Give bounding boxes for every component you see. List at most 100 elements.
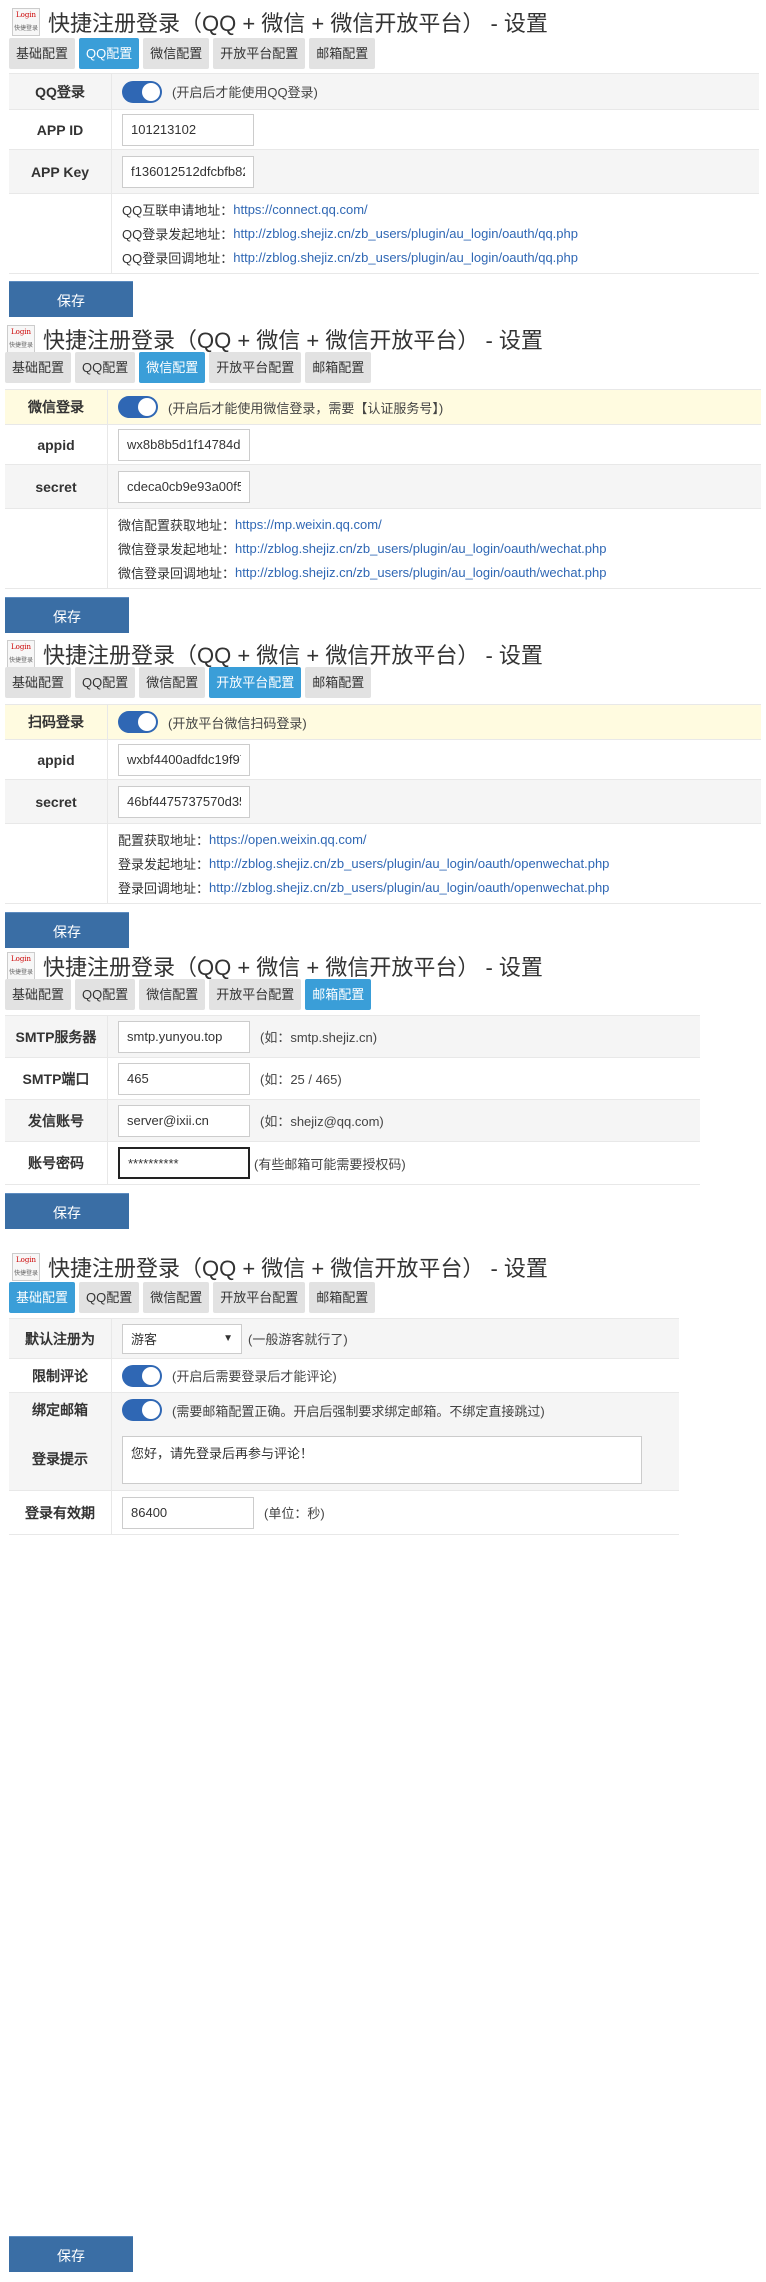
tab-bar: 基础配置 QQ配置 微信配置 开放平台配置 邮箱配置 bbox=[5, 979, 372, 1010]
open-secret-label: secret bbox=[5, 780, 108, 823]
open-settings-table: 扫码登录 (开放平台微信扫码登录) appid secret 配置获取地址：ht… bbox=[5, 704, 761, 904]
basic-default-hint: (一般游客就行了) bbox=[248, 1332, 348, 1347]
tab-mail[interactable]: 邮箱配置 bbox=[305, 667, 372, 698]
mail-password-label: 账号密码 bbox=[5, 1142, 108, 1184]
wechat-callback-url-link[interactable]: http://zblog.shejiz.cn/zb_users/plugin/a… bbox=[235, 565, 606, 580]
mail-password-input[interactable] bbox=[118, 1147, 250, 1179]
qq-appid-input[interactable] bbox=[122, 113, 254, 146]
tab-qq[interactable]: QQ配置 bbox=[75, 979, 136, 1010]
wechat-secret-row: secret bbox=[5, 465, 761, 509]
plugin-logo-icon: Login 快捷登录 bbox=[7, 325, 35, 353]
open-start-url-label: 登录发起地址： bbox=[118, 857, 210, 872]
basic-settings-table: 默认注册为 游客 ▼ (一般游客就行了) 限制评论 (开启后需要登录后才能评论) … bbox=[9, 1318, 679, 1535]
wechat-appid-input[interactable] bbox=[118, 428, 250, 461]
open-secret-input[interactable] bbox=[118, 785, 250, 818]
open-appid-row: appid bbox=[5, 740, 761, 780]
wechat-secret-input[interactable] bbox=[118, 470, 250, 503]
open-callback-url-link[interactable]: http://zblog.shejiz.cn/zb_users/plugin/a… bbox=[209, 880, 609, 895]
tab-open-platform[interactable]: 开放平台配置 bbox=[209, 667, 302, 698]
login-expire-input[interactable] bbox=[122, 1496, 254, 1529]
basic-limit-label: 限制评论 bbox=[9, 1359, 112, 1392]
tab-qq[interactable]: QQ配置 bbox=[75, 352, 136, 383]
page-title-text: 快捷注册登录（QQ + 微信 + 微信开放平台） - 设置 bbox=[48, 1256, 548, 1281]
tab-basic[interactable]: 基础配置 bbox=[9, 1282, 76, 1313]
open-config-url-link[interactable]: https://open.weixin.qq.com/ bbox=[209, 832, 367, 847]
basic-save-button[interactable]: 保存 bbox=[9, 2236, 133, 2272]
tab-wechat[interactable]: 微信配置 bbox=[143, 1282, 210, 1313]
tab-mail[interactable]: 邮箱配置 bbox=[305, 352, 372, 383]
open-save-button[interactable]: 保存 bbox=[5, 912, 129, 948]
qq-appkey-row: APP Key bbox=[9, 150, 759, 194]
limit-comment-toggle[interactable] bbox=[122, 1364, 162, 1387]
mail-password-hint: (有些邮箱可能需要授权码) bbox=[254, 1156, 406, 1172]
open-appid-input[interactable] bbox=[118, 743, 250, 776]
basic-default-row: 默认注册为 游客 ▼ (一般游客就行了) bbox=[9, 1319, 679, 1359]
page-title: Login 快捷登录 快捷注册登录（QQ + 微信 + 微信开放平台） - 设置 bbox=[7, 638, 543, 670]
tab-mail[interactable]: 邮箱配置 bbox=[309, 1282, 376, 1313]
open-start-url-link[interactable]: http://zblog.shejiz.cn/zb_users/plugin/a… bbox=[209, 856, 609, 871]
basic-bind-row: 绑定邮箱 (需要邮箱配置正确。开启后强制要求绑定邮箱。不绑定直接跳过) bbox=[9, 1393, 679, 1427]
tab-bar: 基础配置 QQ配置 微信配置 开放平台配置 邮箱配置 bbox=[5, 352, 372, 383]
login-tip-textarea[interactable]: 您好，请先登录后再参与评论！ bbox=[122, 1435, 642, 1484]
open-callback-url-label: 登录回调地址： bbox=[118, 881, 210, 896]
tab-qq[interactable]: QQ配置 bbox=[79, 1282, 140, 1313]
qq-save-button[interactable]: 保存 bbox=[9, 281, 133, 317]
wechat-login-row: 微信登录 (开启后才能使用微信登录，需要【认证服务号】) bbox=[5, 390, 761, 425]
tab-basic[interactable]: 基础配置 bbox=[9, 38, 76, 69]
qq-appid-row: APP ID bbox=[9, 110, 759, 150]
tab-wechat[interactable]: 微信配置 bbox=[143, 38, 210, 69]
page-title: Login 快捷登录 快捷注册登录（QQ + 微信 + 微信开放平台） - 设置 bbox=[12, 6, 548, 38]
qq-callback-url-link[interactable]: http://zblog.shejiz.cn/zb_users/plugin/a… bbox=[233, 250, 578, 265]
tab-wechat[interactable]: 微信配置 bbox=[139, 979, 206, 1010]
tab-open-platform[interactable]: 开放平台配置 bbox=[209, 352, 302, 383]
open-login-row: 扫码登录 (开放平台微信扫码登录) bbox=[5, 705, 761, 740]
tab-basic[interactable]: 基础配置 bbox=[5, 667, 72, 698]
mail-server-hint: (如：smtp.shejiz.cn) bbox=[260, 1030, 378, 1045]
open-login-toggle[interactable] bbox=[118, 711, 158, 733]
tab-mail[interactable]: 邮箱配置 bbox=[305, 979, 372, 1010]
tab-open-platform[interactable]: 开放平台配置 bbox=[209, 979, 302, 1010]
wechat-callback-url-label: 微信登录回调地址： bbox=[118, 566, 236, 581]
qq-apply-url-label: QQ互联申请地址： bbox=[122, 203, 234, 218]
qq-appkey-input[interactable] bbox=[122, 155, 254, 188]
qq-apply-url-link[interactable]: https://connect.qq.com/ bbox=[233, 202, 367, 217]
page-title-text: 快捷注册登录（QQ + 微信 + 微信开放平台） - 设置 bbox=[43, 955, 543, 980]
basic-bind-label: 绑定邮箱 bbox=[9, 1393, 112, 1427]
default-role-select[interactable]: 游客 ▼ bbox=[122, 1323, 242, 1354]
mail-account-input[interactable] bbox=[118, 1104, 250, 1137]
page-title: Login 快捷登录 快捷注册登录（QQ + 微信 + 微信开放平台） - 设置 bbox=[7, 323, 543, 355]
tab-open-platform[interactable]: 开放平台配置 bbox=[213, 38, 306, 69]
qq-login-row: QQ登录 (开启后才能使用QQ登录) bbox=[9, 74, 759, 110]
basic-limit-row: 限制评论 (开启后需要登录后才能评论) bbox=[9, 1359, 679, 1393]
qq-login-toggle[interactable] bbox=[122, 80, 162, 103]
page-title-text: 快捷注册登录（QQ + 微信 + 微信开放平台） - 设置 bbox=[43, 643, 543, 668]
basic-default-label: 默认注册为 bbox=[9, 1319, 112, 1358]
wechat-save-button[interactable]: 保存 bbox=[5, 597, 129, 633]
tab-wechat[interactable]: 微信配置 bbox=[139, 352, 206, 383]
tab-basic[interactable]: 基础配置 bbox=[5, 979, 72, 1010]
wechat-start-url-link[interactable]: http://zblog.shejiz.cn/zb_users/plugin/a… bbox=[235, 541, 606, 556]
tab-wechat[interactable]: 微信配置 bbox=[139, 667, 206, 698]
tab-open-platform[interactable]: 开放平台配置 bbox=[213, 1282, 306, 1313]
tab-basic[interactable]: 基础配置 bbox=[5, 352, 72, 383]
qq-start-url-link[interactable]: http://zblog.shejiz.cn/zb_users/plugin/a… bbox=[233, 226, 578, 241]
basic-tip-label: 登录提示 bbox=[9, 1427, 112, 1490]
mail-port-row: SMTP端口 (如：25 / 465) bbox=[5, 1058, 700, 1100]
bind-email-toggle[interactable] bbox=[122, 1399, 162, 1421]
mail-server-input[interactable] bbox=[118, 1020, 250, 1053]
qq-urls-row: QQ互联申请地址： https://connect.qq.com/ QQ登录发起地… bbox=[9, 194, 759, 274]
tab-mail[interactable]: 邮箱配置 bbox=[309, 38, 376, 69]
mail-port-input[interactable] bbox=[118, 1062, 250, 1095]
tab-bar: 基础配置 QQ配置 微信配置 开放平台配置 邮箱配置 bbox=[5, 667, 372, 698]
tab-qq[interactable]: QQ配置 bbox=[79, 38, 140, 69]
page-title-text: 快捷注册登录（QQ + 微信 + 微信开放平台） - 设置 bbox=[48, 11, 548, 36]
wechat-login-toggle[interactable] bbox=[118, 396, 158, 418]
basic-expire-row: 登录有效期 (单位：秒) bbox=[9, 1491, 679, 1535]
wechat-start-url-label: 微信登录发起地址： bbox=[118, 542, 236, 557]
tab-qq[interactable]: QQ配置 bbox=[75, 667, 136, 698]
mail-account-hint: (如：shejiz@qq.com) bbox=[260, 1114, 384, 1129]
mail-save-button[interactable]: 保存 bbox=[5, 1193, 129, 1229]
wechat-appid-label: appid bbox=[5, 425, 108, 464]
wechat-config-url-link[interactable]: https://mp.weixin.qq.com/ bbox=[235, 517, 382, 532]
open-secret-row: secret bbox=[5, 780, 761, 824]
